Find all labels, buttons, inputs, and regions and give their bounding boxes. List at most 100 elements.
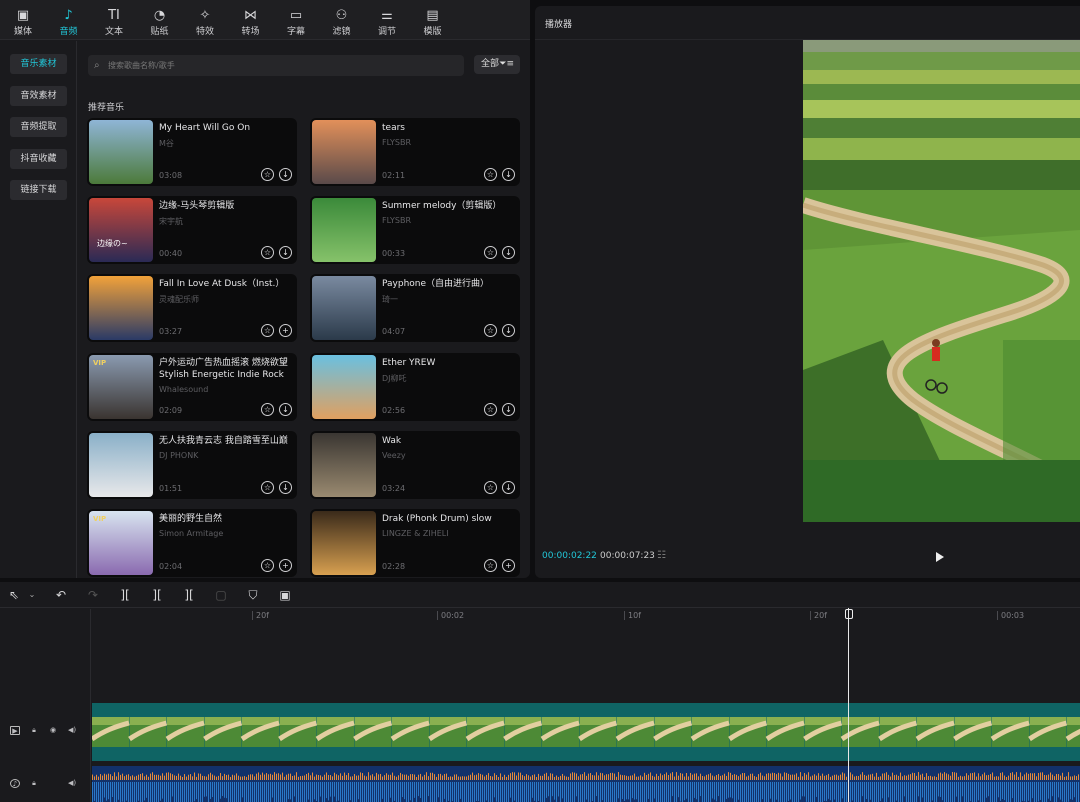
playhead[interactable] [848,608,849,802]
track-title: My Heart Will Go On [159,123,251,133]
download-icon[interactable]: ↓ [502,246,515,260]
tab-subtitle[interactable]: ▭ 字幕 [273,6,319,40]
split-icon[interactable]: ][ [117,587,133,603]
search-input[interactable]: ⌕ 搜索歌曲名称/歌手 [88,55,464,76]
track-thumbnail [89,432,153,497]
track-card[interactable]: 边缘の~ 边缘-马头琴剪辑版 宋宇航 00:40 ☆ ↓ [87,196,297,265]
tab-sticker[interactable]: ◔ 贴纸 [137,6,183,40]
tab-adjust[interactable]: ⚌ 调节 [364,6,410,40]
tab-text[interactable]: TI 文本 [91,6,137,40]
sidebar-item-4[interactable]: 链接下载 [10,180,67,200]
image-tool-icon[interactable]: ▣ [277,587,293,603]
player-title: 播放器 [545,20,573,30]
download-icon[interactable]: ↓ [502,480,515,494]
favorite-icon[interactable]: ☆ [484,324,497,338]
redo-icon[interactable]: ↷ [85,587,101,603]
playhead-handle[interactable] [845,609,853,619]
favorite-icon[interactable]: ☆ [484,402,497,416]
track-card[interactable]: tears FLYSBR 02:11 ☆ ↓ [310,118,520,186]
track-artist: M谷 [159,139,174,148]
sidebar-item-1[interactable]: 音效素材 [10,85,67,106]
select-tool-icon[interactable]: ⇖ [6,587,22,603]
undo-icon[interactable]: ↶ [53,587,69,603]
favorite-icon[interactable]: ☆ [484,480,497,494]
sidebar-item-3[interactable]: 抖音收藏 [10,148,67,169]
track-duration: 02:56 [382,405,406,415]
download-icon[interactable]: ↓ [502,168,515,181]
favorite-icon[interactable]: ☆ [484,168,497,181]
tab-label: 媒体 [13,27,32,37]
tab-template[interactable]: ▤ 模版 [410,6,456,40]
track-duration: 04:07 [382,327,406,337]
volume-icon[interactable]: ◀) [67,726,77,735]
download-icon[interactable]: ↓ [279,246,292,260]
add-icon[interactable]: + [279,324,292,338]
video-clip[interactable] [90,703,1080,761]
tab-effects[interactable]: ✧ 特效 [182,6,228,40]
track-card[interactable]: VIP 户外运动广告热血摇滚 燃烧欲望 Stylish Energetic Ind… [87,352,297,421]
add-icon[interactable]: + [502,559,515,572]
favorite-icon[interactable]: ☆ [261,480,274,494]
track-card[interactable]: Summer melody（剪辑版） FLYSBR 00:33 ☆ ↓ [310,196,520,265]
track-card[interactable]: Fall In Love At Dusk（Inst.） 灵魂配乐师 03:27 ☆ + [87,274,297,343]
track-artist: LINGZE & ZIHELI [382,529,449,538]
delete-icon[interactable]: ▢ [213,587,229,603]
track-card[interactable]: Wak Veezy 03:24 ☆ ↓ [310,430,520,499]
audio-clip[interactable] [92,766,1080,802]
lock-icon[interactable]: 🔒︎ [29,726,39,735]
track-artist: Whalesound [159,384,209,394]
eye-icon[interactable]: ◉ [48,726,58,735]
volume-icon[interactable]: ◀) [67,779,77,788]
tab-media[interactable]: ▣ 媒体 [0,6,46,40]
track-duration: 02:09 [159,405,183,415]
sidebar-item-0[interactable]: 音乐素材 [10,54,67,74]
favorite-icon[interactable]: ☆ [261,559,274,572]
track-title: Fall In Love At Dusk（Inst.） [159,279,285,290]
track-card[interactable]: Drak (Phonk Drum) slow LINGZE & ZIHELI 02:… [310,509,520,577]
download-icon[interactable]: ↓ [279,480,292,494]
shield-icon[interactable]: ⛉ [245,587,261,603]
add-icon[interactable]: + [279,559,292,572]
track-duration: 00:40 [159,249,183,259]
thumbnail-caption: 边缘の~ [97,239,128,249]
favorite-icon[interactable]: ☆ [261,402,274,416]
tab-transition[interactable]: ⋈ 转场 [228,6,274,40]
ruler-tick: 20f [252,611,269,620]
favorite-icon[interactable]: ☆ [261,168,274,181]
play-button[interactable] [935,551,945,563]
time-ruler[interactable]: 20f 00:02 10f 20f 00:03 [92,609,1080,623]
favorite-icon[interactable]: ☆ [484,559,497,572]
track-card[interactable]: 无人扶我青云志 我自踏雪至山巅 DJ PHONK 01:51 ☆ ↓ [87,430,297,499]
track-title: Summer melody（剪辑版） [382,201,502,212]
chevron-down-icon[interactable]: ⌄ [24,587,40,603]
ruler-tick: 20f [810,611,827,620]
favorite-icon[interactable]: ☆ [261,246,274,260]
grid-icon[interactable]: ☷ [657,550,666,561]
favorite-icon[interactable]: ☆ [484,246,497,260]
filter-button[interactable]: 全部 ⏷≡ [474,55,520,74]
track-card[interactable]: My Heart Will Go On M谷 03:08 ☆ ↓ [87,118,297,186]
trim-left-icon[interactable]: ][ [149,587,165,603]
template-icon: ▤ [426,8,439,23]
ruler-tick: 00:03 [997,611,1024,620]
track-card[interactable]: Ether YREW DJ柳吒 02:56 ☆ ↓ [310,352,520,421]
download-icon[interactable]: ↓ [279,402,292,416]
tab-label: 调节 [377,27,396,37]
track-card[interactable]: Payphone（自由进行曲） 琦一 04:07 ☆ ↓ [310,274,520,343]
lock-icon[interactable]: 🔒︎ [29,779,39,788]
sidebar-item-2[interactable]: 音频提取 [10,117,67,137]
track-card[interactable]: VIP 美丽的野生自然 Simon Armitage 02:04 ☆ + [87,509,297,577]
download-icon[interactable]: ↓ [279,168,292,181]
track-title: Ether YREW [382,357,436,368]
trim-right-icon[interactable]: ][ [181,587,197,603]
download-icon[interactable]: ↓ [502,402,515,416]
tab-label: 转场 [241,27,260,37]
track-thumbnail [312,120,376,184]
download-icon[interactable]: ↓ [502,324,515,338]
tab-filter[interactable]: ⚇ 滤镜 [319,6,365,40]
track-thumbnail: VIP [89,354,153,419]
favorite-icon[interactable]: ☆ [261,324,274,338]
total-timecode: 00:00:07:23 [600,551,655,561]
track-artist: DJ PHONK [159,450,199,460]
tab-audio[interactable]: ♪ 音频 [46,6,92,40]
